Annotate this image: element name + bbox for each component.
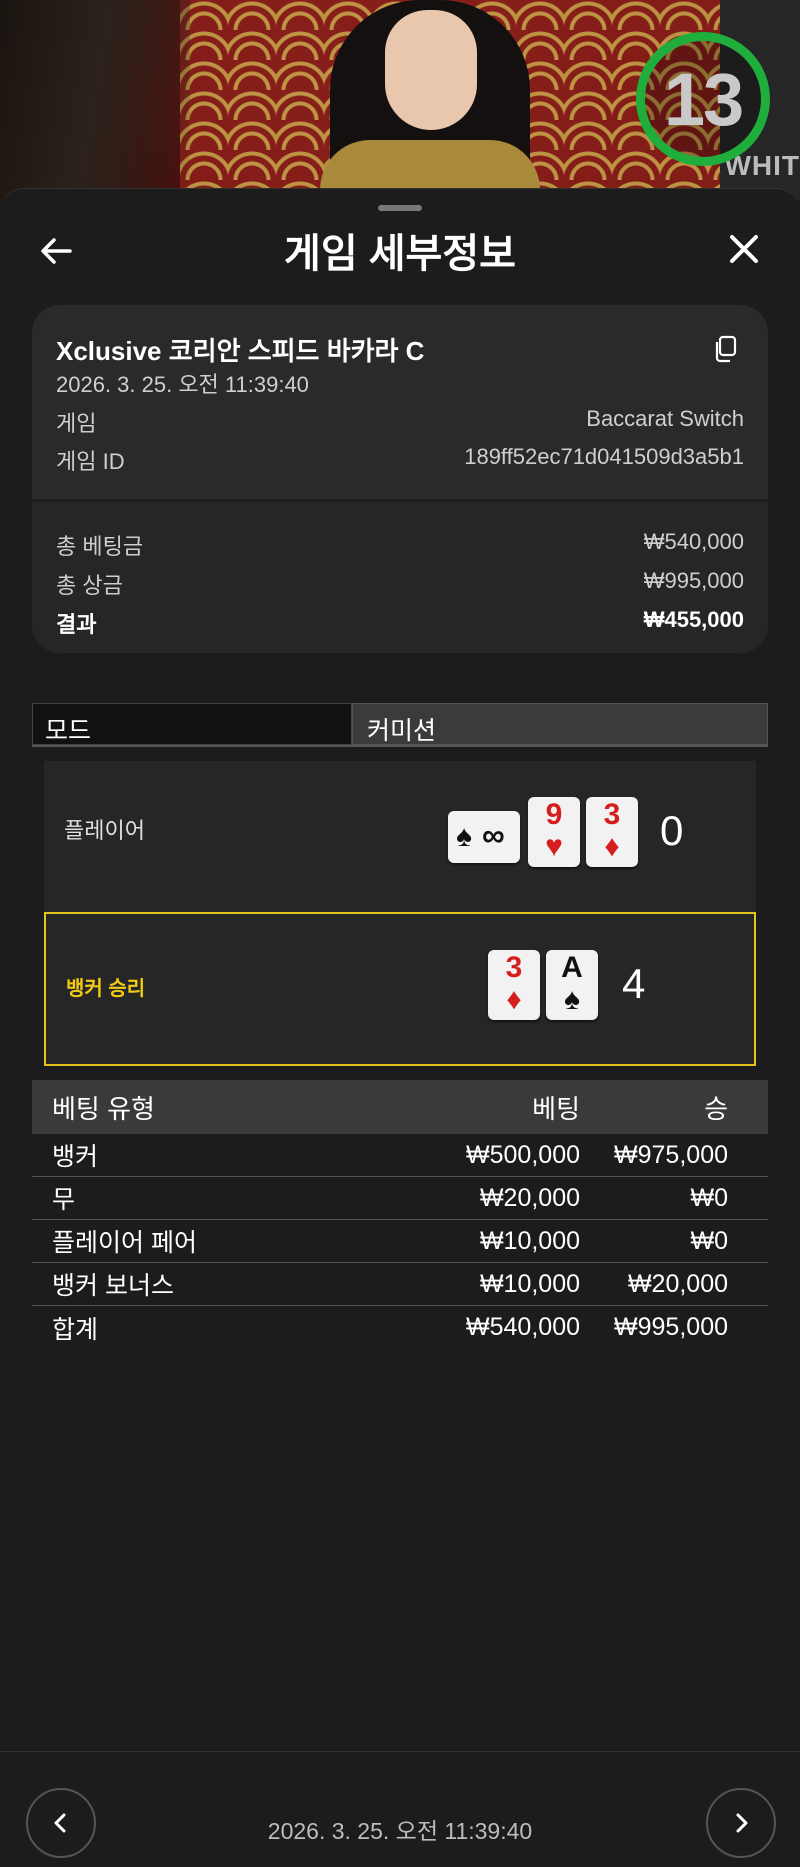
diamond-suit-icon: ♦	[506, 983, 522, 1016]
result-row: 결과 ₩455,000	[56, 607, 744, 639]
card-rank: 3	[505, 951, 523, 984]
col-win: 승	[704, 1093, 728, 1124]
bet-type: 무	[52, 1186, 76, 1214]
player-card: 9 ♥	[528, 797, 580, 867]
table-total-row: 합계 ₩540,000 ₩995,000	[32, 1306, 768, 1349]
spade-suit-icon: ♠	[456, 820, 472, 853]
spade-suit-icon: ♠	[564, 983, 580, 1016]
bet-amount: ₩20,000	[479, 1183, 580, 1212]
col-bet: 베팅	[532, 1093, 580, 1124]
footer-datetime: 2026. 3. 25. 오전 11:39:40	[267, 1818, 533, 1844]
live-video-feed: WHIT 13	[0, 0, 800, 200]
game-value: Baccarat Switch	[586, 406, 744, 431]
game-datetime: 2026. 3. 25. 오전 11:39:40	[56, 372, 309, 397]
game-summary-card: Xclusive 코리안 스피드 바카라 C 2026. 3. 25. 오전 1…	[32, 305, 768, 653]
total-win: ₩995,000	[614, 1313, 728, 1341]
result-value: ₩455,000	[643, 607, 744, 632]
bet-amount: ₩10,000	[479, 1226, 580, 1255]
mode-label: 모드	[32, 703, 352, 745]
win-amount: ₩20,000	[627, 1269, 728, 1298]
game-id-value[interactable]: 189ff52ec71d041509d3a5b1	[464, 444, 744, 476]
total-win-value: ₩995,000	[643, 568, 744, 593]
dealer-face	[385, 10, 477, 130]
countdown-timer: 13	[636, 32, 770, 166]
card-rank: A	[561, 951, 583, 984]
win-amount: ₩975,000	[614, 1140, 728, 1169]
banker-win-label: 뱅커 승리	[66, 978, 146, 1000]
total-label: 합계	[52, 1315, 99, 1344]
bet-amount: ₩500,000	[466, 1140, 580, 1169]
countdown-value: 13	[663, 57, 744, 141]
player-card: 3 ♦	[586, 797, 638, 867]
game-details-sheet: 게임 세부정보 Xclusive 코리안 스피드 바카라 C 2026. 3. …	[0, 188, 800, 1867]
sheet-header: 게임 세부정보	[0, 219, 800, 279]
mode-value: 커미션	[352, 703, 768, 745]
total-bet-label: 총 베팅금	[56, 534, 144, 559]
game-id-row: 게임 ID 189ff52ec71d041509d3a5b1	[56, 444, 744, 476]
col-bet-type: 베팅 유형	[52, 1093, 155, 1124]
bet-type: 플레이어 페어	[52, 1229, 197, 1257]
player-score: 0	[660, 807, 684, 854]
summary-divider	[32, 499, 768, 502]
player-card-sideways: ♠ ∞	[448, 811, 520, 863]
video-left-figure	[0, 0, 190, 200]
table-row: 뱅커 ₩500,000 ₩975,000	[32, 1134, 768, 1177]
chevron-right-icon	[736, 1813, 748, 1833]
game-id-label: 게임 ID	[56, 449, 125, 474]
sheet-grab-handle[interactable]	[378, 205, 422, 211]
total-bet-value: ₩540,000	[643, 529, 744, 554]
banker-hand: 뱅커 승리 3 ♦ A ♠ 4	[44, 912, 756, 1066]
page-title: 게임 세부정보	[284, 232, 516, 276]
player-label: 플레이어	[64, 818, 145, 843]
bet-type: 뱅커 보너스	[52, 1272, 174, 1300]
result-label: 결과	[56, 612, 97, 637]
total-bet-row: 총 베팅금 ₩540,000	[56, 529, 744, 561]
player-hand: 플레이어 ♠ ∞ 9 ♥ 3 ♦ 0	[44, 761, 756, 913]
table-row: 무 ₩20,000 ₩0	[32, 1177, 768, 1220]
table-header: 베팅 유형 베팅 승	[32, 1080, 768, 1134]
game-label: 게임	[56, 411, 97, 436]
banker-card: A ♠	[546, 950, 598, 1020]
bets-table: 베팅 유형 베팅 승 뱅커 ₩500,000 ₩975,000 무 ₩20,00…	[32, 1080, 768, 1349]
card-rank: ∞	[482, 817, 505, 853]
total-bet: ₩540,000	[466, 1313, 580, 1341]
banker-card: 3 ♦	[488, 950, 540, 1020]
footer-nav: 2026. 3. 25. 오전 11:39:40	[0, 1751, 800, 1867]
win-amount: ₩0	[690, 1226, 729, 1255]
banker-score: 4	[622, 960, 646, 1007]
card-rank: 9	[545, 798, 563, 831]
win-amount: ₩0	[690, 1183, 729, 1212]
next-game-button[interactable]	[706, 1788, 776, 1858]
table-row: 플레이어 페어 ₩10,000 ₩0	[32, 1220, 768, 1263]
table-name: Xclusive 코리안 스피드 바카라 C	[56, 336, 425, 366]
game-row: 게임 Baccarat Switch	[56, 406, 744, 438]
table-row: 뱅커 보너스 ₩10,000 ₩20,000	[32, 1263, 768, 1306]
card-rank: 3	[603, 798, 621, 831]
total-win-label: 총 상금	[56, 573, 123, 598]
heart-suit-icon: ♥	[545, 830, 563, 863]
bet-type: 뱅커	[52, 1143, 99, 1171]
mode-bar: 모드 커미션	[32, 703, 768, 747]
diamond-suit-icon: ♦	[604, 830, 620, 863]
total-win-row: 총 상금 ₩995,000	[56, 568, 744, 600]
copy-icon[interactable]	[712, 335, 738, 363]
close-icon[interactable]	[724, 229, 764, 269]
bet-amount: ₩10,000	[479, 1269, 580, 1298]
